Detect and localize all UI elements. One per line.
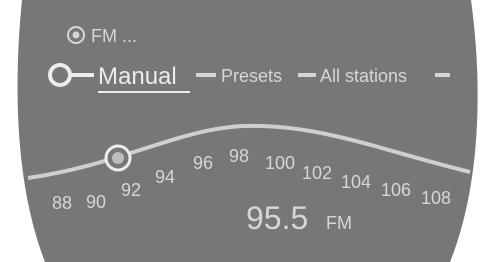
mode-tab-all-stations-label: All stations	[320, 66, 407, 86]
source-label: FM ...	[91, 26, 137, 46]
frequency-band: FM	[326, 213, 352, 233]
mode-tab-manual[interactable]: Manual	[98, 63, 190, 93]
frequency-tick-label: 96	[193, 153, 213, 173]
frequency-tick-label: 102	[302, 163, 332, 183]
frequency-tick-label: 104	[341, 172, 371, 192]
frequency-tick-label: 108	[421, 188, 451, 208]
radio-dial-panel: FM ... Manual Presets All stations 88 90…	[17, 0, 478, 262]
radio-screen: FM ... Manual Presets All stations 88 90…	[0, 0, 493, 262]
frequency-value: 95.5	[246, 200, 308, 236]
tuning-marker-icon[interactable]	[104, 144, 132, 172]
frequency-tick-label: 106	[381, 180, 411, 200]
mode-tab-presets[interactable]: Presets	[221, 66, 282, 86]
frequency-tick-label: 98	[229, 146, 249, 166]
mode-tab-all-stations[interactable]: All stations	[320, 66, 407, 86]
frequency-tick-label: 94	[155, 167, 175, 187]
mode-tab-presets-label: Presets	[221, 66, 282, 86]
frequency-tick-label: 90	[86, 192, 106, 212]
mode-tab-manual-label: Manual	[98, 63, 177, 90]
frequency-tick-label: 100	[265, 153, 295, 173]
frequency-tick-label: 88	[52, 193, 72, 213]
frequency-tick-label: 92	[121, 180, 141, 200]
